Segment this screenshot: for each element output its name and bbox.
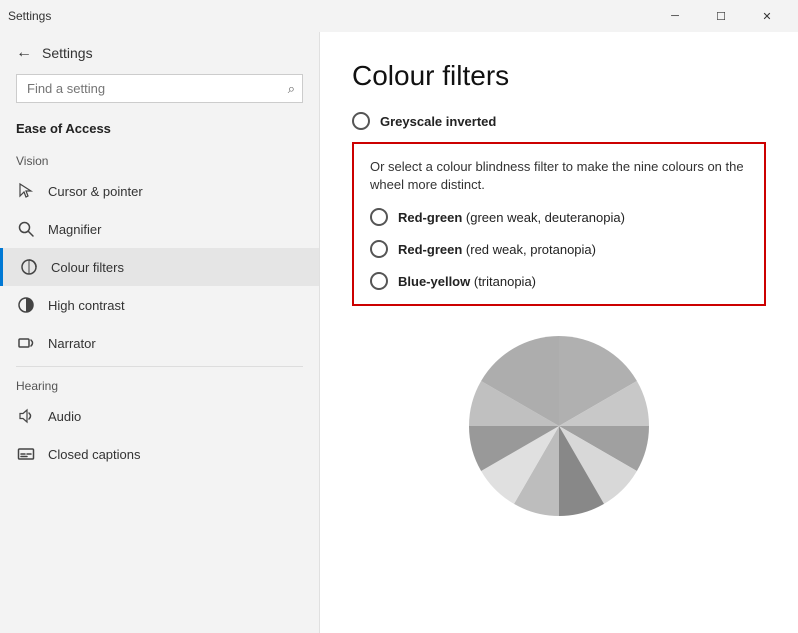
search-icon: ⌕ — [288, 81, 295, 97]
sidebar: ← Settings ⌕ Ease of Access Vision Curso… — [0, 32, 320, 633]
audio-icon — [16, 406, 36, 426]
hearing-label: Hearing — [0, 371, 319, 397]
sidebar-item-narrator[interactable]: Narrator — [0, 324, 319, 362]
sidebar-item-magnifier[interactable]: Magnifier — [0, 210, 319, 248]
blue-yellow-radio[interactable] — [370, 272, 388, 290]
sidebar-app-title: Settings — [42, 45, 93, 61]
vision-label: Vision — [0, 146, 319, 172]
red-green-protan-label: Red-green (red weak, protanopia) — [398, 242, 596, 257]
closed-captions-icon — [16, 444, 36, 464]
colour-wheel — [459, 326, 659, 526]
narrator-icon — [16, 333, 36, 353]
sidebar-divider — [16, 366, 303, 367]
red-green-deutan-row: Red-green (green weak, deuteranopia) — [370, 208, 748, 226]
sidebar-item-cursor[interactable]: Cursor & pointer — [0, 172, 319, 210]
filter-box: Or select a colour blindness filter to m… — [352, 142, 766, 306]
magnifier-label: Magnifier — [48, 222, 101, 237]
title-bar: Settings ─ ☐ ✕ — [0, 0, 798, 32]
red-green-deutan-label: Red-green (green weak, deuteranopia) — [398, 210, 625, 225]
colour-filters-label: Colour filters — [51, 260, 124, 275]
colour-wheel-container — [352, 326, 766, 526]
title-bar-title: Settings — [8, 9, 51, 23]
narrator-label: Narrator — [48, 336, 96, 351]
blue-yellow-label: Blue-yellow (tritanopia) — [398, 274, 536, 289]
search-box: ⌕ — [16, 74, 303, 103]
maximize-button[interactable]: ☐ — [698, 0, 744, 32]
audio-label: Audio — [48, 409, 81, 424]
greyscale-inverted-label: Greyscale inverted — [380, 114, 496, 129]
sidebar-scroll: Vision Cursor & pointer Magn — [0, 146, 319, 633]
close-button[interactable]: ✕ — [744, 0, 790, 32]
app-body: ← Settings ⌕ Ease of Access Vision Curso… — [0, 32, 798, 633]
red-green-protan-row: Red-green (red weak, protanopia) — [370, 240, 748, 258]
red-green-deutan-radio[interactable] — [370, 208, 388, 226]
cursor-icon — [16, 181, 36, 201]
cursor-label: Cursor & pointer — [48, 184, 143, 199]
back-button[interactable]: ← — [16, 44, 32, 62]
page-title: Colour filters — [352, 60, 766, 92]
high-contrast-icon — [16, 295, 36, 315]
main-content: Colour filters Greyscale inverted Or sel… — [320, 32, 798, 633]
high-contrast-label: High contrast — [48, 298, 125, 313]
search-input[interactable] — [16, 74, 303, 103]
greyscale-inverted-radio[interactable] — [352, 112, 370, 130]
blue-yellow-row: Blue-yellow (tritanopia) — [370, 272, 748, 290]
sidebar-item-colour-filters[interactable]: Colour filters — [0, 248, 319, 286]
minimize-button[interactable]: ─ — [652, 0, 698, 32]
sidebar-item-audio[interactable]: Audio — [0, 397, 319, 435]
greyscale-inverted-row: Greyscale inverted — [352, 112, 766, 130]
title-bar-controls: ─ ☐ ✕ — [652, 0, 790, 32]
sidebar-item-high-contrast[interactable]: High contrast — [0, 286, 319, 324]
ease-of-access-label: Ease of Access — [0, 115, 319, 146]
filter-box-description: Or select a colour blindness filter to m… — [370, 158, 748, 194]
closed-captions-label: Closed captions — [48, 447, 141, 462]
red-green-protan-radio[interactable] — [370, 240, 388, 258]
sidebar-item-closed-captions[interactable]: Closed captions — [0, 435, 319, 473]
magnifier-icon — [16, 219, 36, 239]
colour-filters-icon — [19, 257, 39, 277]
sidebar-header: ← Settings — [0, 32, 319, 70]
